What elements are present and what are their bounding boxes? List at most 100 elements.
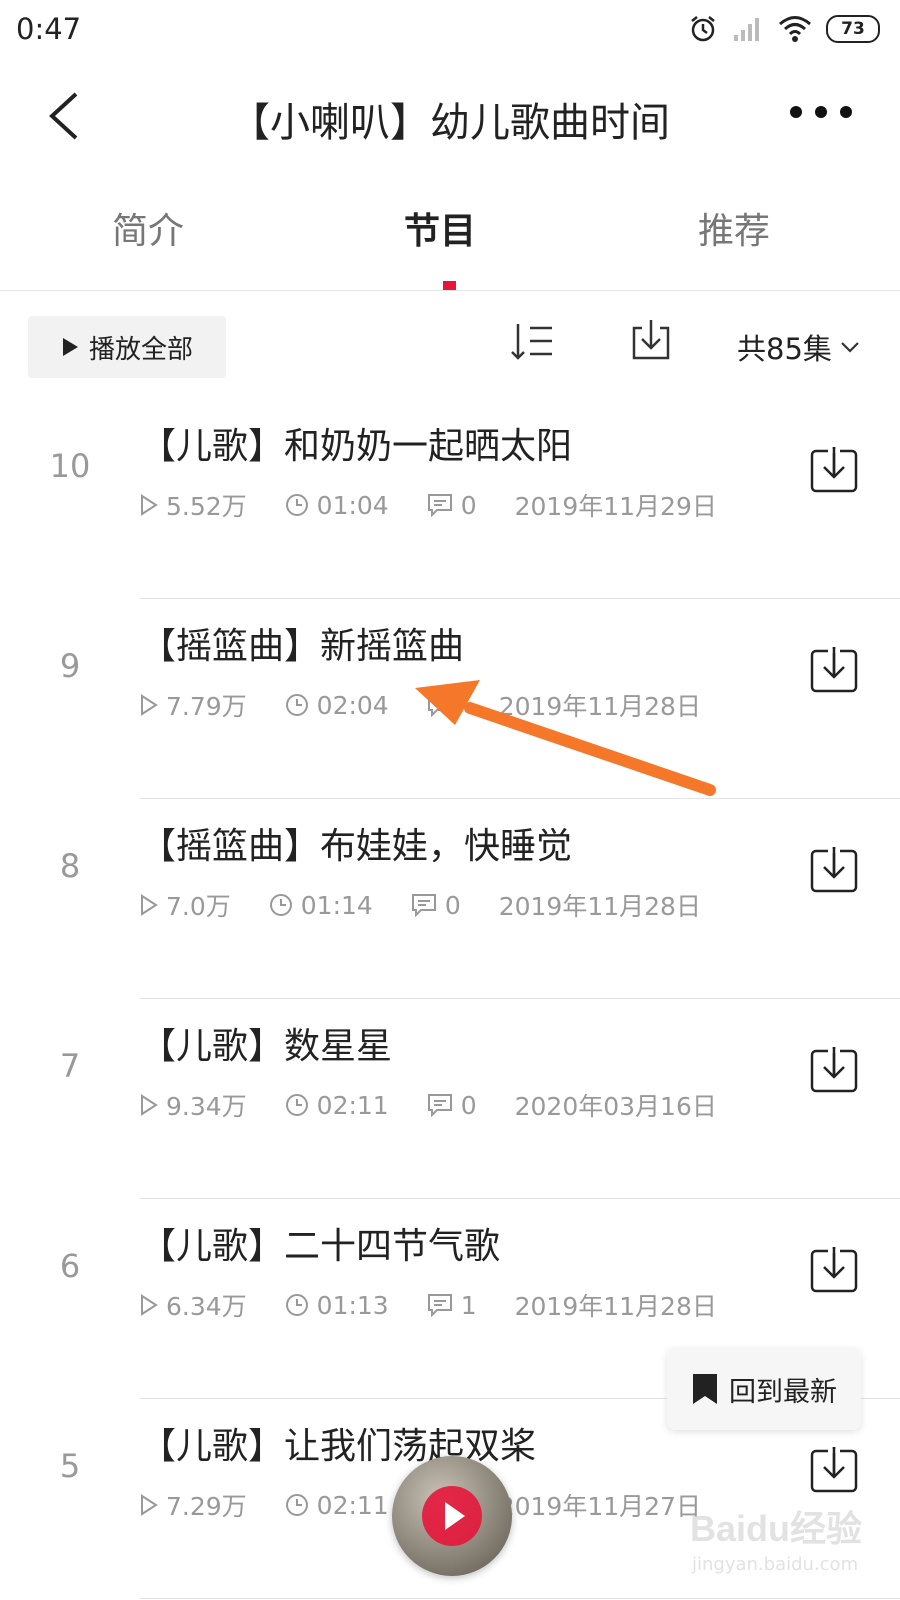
- duration-value: 02:11: [316, 1090, 389, 1120]
- annotation-arrow: [415, 680, 716, 796]
- episode-index: 10: [49, 447, 91, 485]
- download-all-icon[interactable]: [630, 318, 672, 362]
- comment-icon: [411, 894, 436, 917]
- play-count: 9.34万: [140, 1087, 247, 1123]
- episode-row[interactable]: 8 【摇篮曲】布娃娃，快睡觉 7.0万 01:14 0 2019年11月28日: [0, 795, 900, 999]
- bookmark-icon: [693, 1374, 717, 1404]
- episode-row[interactable]: 7 【儿歌】数星星 9.34万 02:11 0 2020年03月16日: [0, 995, 900, 1199]
- episode-title[interactable]: 【儿歌】和奶奶一起晒太阳: [140, 417, 572, 469]
- comments: 0: [427, 1091, 477, 1120]
- play-count-value: 5.52万: [166, 492, 247, 521]
- duration: 02:04: [285, 691, 389, 720]
- comment-count: 0: [444, 890, 461, 920]
- play-count-icon: [141, 494, 158, 516]
- episode-meta: 7.0万 01:14 0 2019年11月28日: [140, 887, 701, 923]
- more-icon[interactable]: [786, 98, 856, 128]
- tab-intro[interactable]: 简介: [112, 202, 184, 254]
- chevron-down-icon: [841, 342, 859, 353]
- episode-index: 9: [59, 647, 81, 685]
- duration: 01:04: [285, 491, 389, 520]
- watermark-brand: Baidu经验: [690, 1508, 863, 1549]
- episode-title[interactable]: 【儿歌】二十四节气歌: [140, 1217, 500, 1269]
- play-count-value: 7.0万: [166, 892, 231, 921]
- play-count-icon: [141, 1094, 158, 1116]
- comment-count: 0: [460, 490, 477, 520]
- clock-icon: [285, 1294, 308, 1316]
- episode-row[interactable]: 10 【儿歌】和奶奶一起晒太阳 5.52万 01:04 0 2019年11月29日: [0, 395, 900, 599]
- clock-icon: [285, 1094, 308, 1116]
- duration-value: 02:11: [316, 1490, 389, 1520]
- download-icon[interactable]: [810, 445, 858, 493]
- download-icon[interactable]: [810, 1445, 858, 1493]
- play-count: 7.0万: [140, 887, 231, 923]
- publish-date: 2019年11月28日: [514, 1292, 717, 1321]
- row-divider: [140, 1598, 900, 1599]
- episode-index: 6: [59, 1247, 81, 1285]
- tab-recommend[interactable]: 推荐: [698, 202, 770, 254]
- play-all-label: 播放全部: [88, 334, 193, 365]
- episode-count-label: 共85集: [737, 332, 832, 366]
- episode-title[interactable]: 【摇篮曲】布娃娃，快睡觉: [140, 817, 572, 869]
- download-icon[interactable]: [810, 645, 858, 693]
- episode-index: 5: [59, 1447, 81, 1485]
- back-to-latest-button[interactable]: 回到最新: [667, 1348, 861, 1430]
- duration-value: 01:04: [316, 490, 389, 520]
- status-icons: 73: [688, 14, 880, 44]
- play-count: 7.29万: [140, 1487, 247, 1523]
- play-count-value: 7.29万: [166, 1492, 247, 1521]
- play-count-icon: [141, 1294, 158, 1316]
- divider: [0, 290, 900, 291]
- battery-indicator: 73: [826, 15, 880, 43]
- publish-date: 2019年11月28日: [498, 892, 701, 921]
- duration: 02:11: [285, 1491, 389, 1520]
- comments: 0: [411, 891, 461, 920]
- download-icon[interactable]: [810, 845, 858, 893]
- tab-active-indicator: [443, 281, 456, 290]
- play-count: 5.52万: [140, 487, 247, 523]
- list-toolbar: 播放全部 共85集: [0, 310, 900, 380]
- header: 【小喇叭】幼儿歌曲时间: [0, 70, 900, 160]
- duration-value: 02:04: [316, 690, 389, 720]
- download-icon[interactable]: [810, 1245, 858, 1293]
- page-title: 【小喇叭】幼儿歌曲时间: [230, 100, 670, 146]
- duration: 01:13: [285, 1291, 389, 1320]
- status-bar: 0:47 73: [0, 0, 900, 60]
- back-to-latest-label: 回到最新: [729, 1376, 837, 1408]
- comments: 0: [427, 491, 477, 520]
- play-count-icon: [141, 894, 158, 916]
- clock-icon: [285, 1494, 308, 1516]
- mini-player[interactable]: [392, 1456, 512, 1576]
- publish-date: 2019年11月29日: [514, 492, 717, 521]
- play-count-icon: [141, 694, 158, 716]
- episode-title[interactable]: 【儿歌】数星星: [140, 1017, 392, 1069]
- watermark-url: jingyan.baidu.com: [692, 1554, 859, 1575]
- duration-value: 01:13: [316, 1290, 389, 1320]
- duration: 02:11: [285, 1091, 389, 1120]
- play-count: 6.34万: [140, 1287, 247, 1323]
- episode-count-dropdown[interactable]: 共85集: [737, 326, 860, 368]
- episode-meta: 9.34万 02:11 0 2020年03月16日: [140, 1087, 717, 1123]
- episode-title[interactable]: 【摇篮曲】新摇篮曲: [140, 617, 464, 669]
- episode-meta: 5.52万 01:04 0 2019年11月29日: [140, 487, 717, 523]
- clock-icon: [285, 494, 308, 516]
- comment-count: 0: [460, 1090, 477, 1120]
- publish-date: 2019年11月27日: [498, 1492, 701, 1521]
- tab-episodes[interactable]: 节目: [404, 202, 476, 254]
- episode-index: 8: [59, 847, 81, 885]
- duration: 01:14: [269, 891, 373, 920]
- clock-icon: [285, 694, 308, 716]
- play-count-value: 6.34万: [166, 1292, 247, 1321]
- clock-icon: [269, 894, 292, 916]
- play-count-value: 7.79万: [166, 692, 247, 721]
- sort-icon[interactable]: [510, 320, 554, 364]
- play-count-icon: [141, 1494, 158, 1516]
- comment-icon: [427, 1094, 452, 1117]
- download-icon[interactable]: [810, 1045, 858, 1093]
- play-all-button[interactable]: 播放全部: [28, 316, 226, 378]
- play-icon[interactable]: [422, 1486, 482, 1546]
- comment-icon: [427, 1294, 452, 1317]
- play-count: 7.79万: [140, 687, 247, 723]
- wifi-icon: [779, 16, 811, 42]
- watermark: Baidu经验 jingyan.baidu.com: [690, 1500, 890, 1590]
- episode-index: 7: [59, 1047, 81, 1085]
